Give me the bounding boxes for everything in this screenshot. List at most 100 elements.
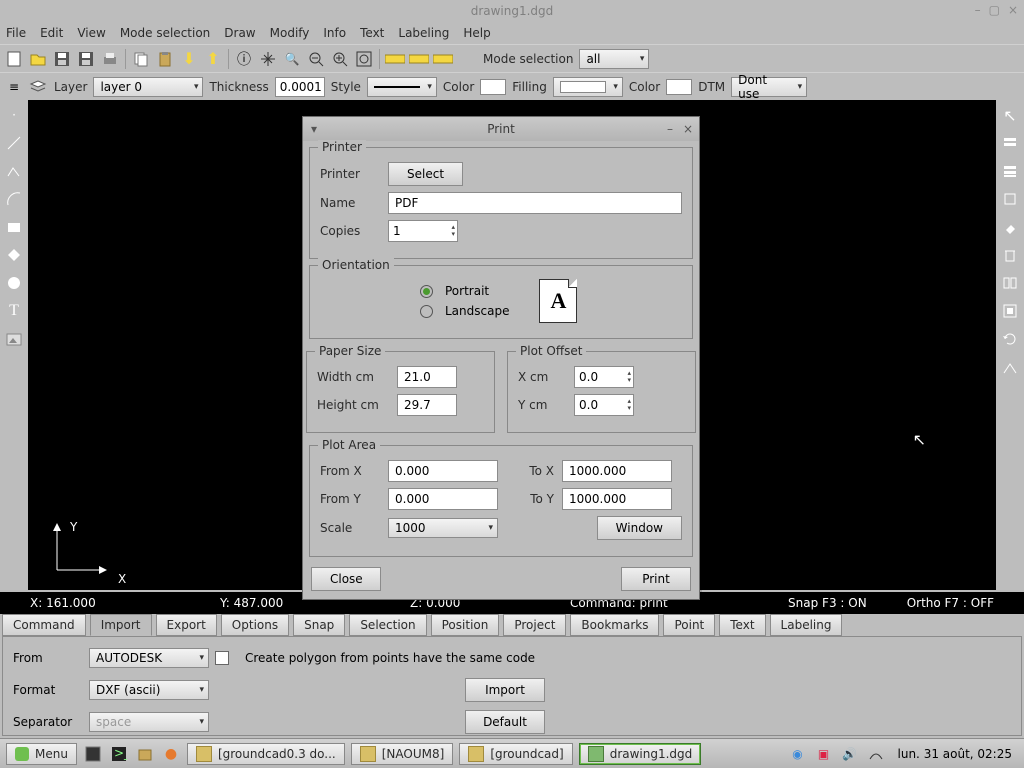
tab-text[interactable]: Text: [719, 614, 765, 636]
window-button[interactable]: Window: [597, 516, 682, 540]
erase-tool-icon[interactable]: [999, 216, 1021, 238]
rotate-tool-icon[interactable]: [999, 188, 1021, 210]
mode-selection-combo[interactable]: all: [579, 49, 649, 69]
ruler2-icon[interactable]: [409, 49, 429, 69]
print-button[interactable]: Print: [621, 567, 691, 591]
tab-export[interactable]: Export: [156, 614, 217, 636]
taskbar-clock[interactable]: lun. 31 août, 02:25: [892, 747, 1018, 761]
select-printer-button[interactable]: Select: [388, 162, 463, 186]
color-swatch[interactable]: [480, 79, 506, 95]
import-button[interactable]: Import: [465, 678, 545, 702]
open-icon[interactable]: [28, 49, 48, 69]
from-combo[interactable]: AUTODESK: [89, 648, 209, 668]
select-tool-icon[interactable]: ↖: [999, 104, 1021, 126]
print-icon[interactable]: [100, 49, 120, 69]
yoff-spinner[interactable]: 0.0: [574, 394, 634, 416]
move-tool-icon[interactable]: [999, 132, 1021, 154]
tab-import[interactable]: Import: [90, 614, 152, 636]
tox-input[interactable]: 1000.000: [562, 460, 672, 482]
xoff-spinner[interactable]: 0.0: [574, 366, 634, 388]
menu-labeling[interactable]: Labeling: [398, 26, 449, 40]
menu-info[interactable]: Info: [323, 26, 346, 40]
show-desktop-icon[interactable]: [83, 744, 103, 764]
menu-draw[interactable]: Draw: [224, 26, 255, 40]
pan-icon[interactable]: [258, 49, 278, 69]
tray-update-icon[interactable]: ◉: [788, 744, 808, 764]
fromx-input[interactable]: 0.000: [388, 460, 498, 482]
zoom-out-icon[interactable]: [306, 49, 326, 69]
menu-edit[interactable]: Edit: [40, 26, 63, 40]
polyline-tool-icon[interactable]: [3, 160, 25, 182]
tab-point[interactable]: Point: [663, 614, 715, 636]
create-polygon-checkbox[interactable]: [215, 651, 229, 665]
menu-view[interactable]: View: [77, 26, 105, 40]
portrait-radio[interactable]: [420, 285, 433, 298]
style-combo[interactable]: [367, 77, 437, 97]
separator-combo[interactable]: space: [89, 712, 209, 732]
menu-text[interactable]: Text: [360, 26, 384, 40]
menu-help[interactable]: Help: [463, 26, 490, 40]
color2-swatch[interactable]: [666, 79, 692, 95]
undo-icon[interactable]: ⬇: [179, 49, 199, 69]
taskbar-item-1[interactable]: [NAOUM8]: [351, 743, 454, 765]
fromy-input[interactable]: 0.000: [388, 488, 498, 510]
list-icon[interactable]: ≡: [4, 77, 24, 97]
printer-name-input[interactable]: PDF: [388, 192, 682, 214]
taskbar-item-2[interactable]: [groundcad]: [459, 743, 572, 765]
window-maximize-icon[interactable]: ▢: [989, 3, 1000, 17]
dialog-titlebar[interactable]: ▾ Print – ×: [303, 117, 699, 141]
tab-snap[interactable]: Snap: [293, 614, 345, 636]
filling-combo[interactable]: [553, 77, 623, 97]
taskbar-item-0[interactable]: [groundcad0.3 do...: [187, 743, 345, 765]
dialog-menu-icon[interactable]: ▾: [311, 122, 317, 136]
tab-bookmarks[interactable]: Bookmarks: [570, 614, 659, 636]
format-combo[interactable]: DXF (ascii): [89, 680, 209, 700]
save-icon[interactable]: [52, 49, 72, 69]
refresh-icon[interactable]: [999, 328, 1021, 350]
menu-modify[interactable]: Modify: [270, 26, 310, 40]
zoom-icon[interactable]: 🔍: [282, 49, 302, 69]
arc-tool-icon[interactable]: [3, 188, 25, 210]
ruler1-icon[interactable]: [385, 49, 405, 69]
copy-tool-icon[interactable]: [999, 160, 1021, 182]
scale-tool-icon[interactable]: [999, 300, 1021, 322]
break-tool-icon[interactable]: [999, 356, 1021, 378]
new-file-icon[interactable]: [4, 49, 24, 69]
dialog-close-icon[interactable]: ×: [683, 122, 693, 136]
paste-icon[interactable]: [155, 49, 175, 69]
thickness-input[interactable]: 0.0001: [275, 77, 325, 97]
polygon-tool-icon[interactable]: [3, 244, 25, 266]
circle-tool-icon[interactable]: [3, 272, 25, 294]
taskbar-item-3[interactable]: drawing1.dgd: [579, 743, 702, 765]
height-input[interactable]: 29.7: [397, 394, 457, 416]
tab-position[interactable]: Position: [431, 614, 500, 636]
tray-shield-icon[interactable]: ▣: [814, 744, 834, 764]
text-tool-icon[interactable]: T: [3, 300, 25, 322]
redo-icon[interactable]: ⬆: [203, 49, 223, 69]
ruler3-icon[interactable]: [433, 49, 453, 69]
dtm-combo[interactable]: Dont use: [731, 77, 807, 97]
files-icon[interactable]: [135, 744, 155, 764]
info-icon[interactable]: ⓘ: [234, 49, 254, 69]
scale-combo[interactable]: 1000: [388, 518, 498, 538]
toy-input[interactable]: 1000.000: [562, 488, 672, 510]
tab-selection[interactable]: Selection: [349, 614, 426, 636]
width-input[interactable]: 21.0: [397, 366, 457, 388]
tab-options[interactable]: Options: [221, 614, 289, 636]
copies-spinner[interactable]: 1: [388, 220, 458, 242]
tab-project[interactable]: Project: [503, 614, 566, 636]
menu-file[interactable]: File: [6, 26, 26, 40]
mirror-tool-icon[interactable]: [999, 272, 1021, 294]
tray-network-icon[interactable]: [866, 744, 886, 764]
save-as-icon[interactable]: [76, 49, 96, 69]
image-tool-icon[interactable]: [3, 328, 25, 350]
point-tool-icon[interactable]: ·: [3, 104, 25, 126]
close-button[interactable]: Close: [311, 567, 381, 591]
dialog-minimize-icon[interactable]: –: [667, 122, 673, 136]
window-minimize-icon[interactable]: –: [975, 3, 981, 17]
layer-icon[interactable]: [28, 77, 48, 97]
zoom-in-icon[interactable]: [330, 49, 350, 69]
start-menu-button[interactable]: Menu: [6, 743, 77, 765]
zoom-extents-icon[interactable]: [354, 49, 374, 69]
line-tool-icon[interactable]: [3, 132, 25, 154]
